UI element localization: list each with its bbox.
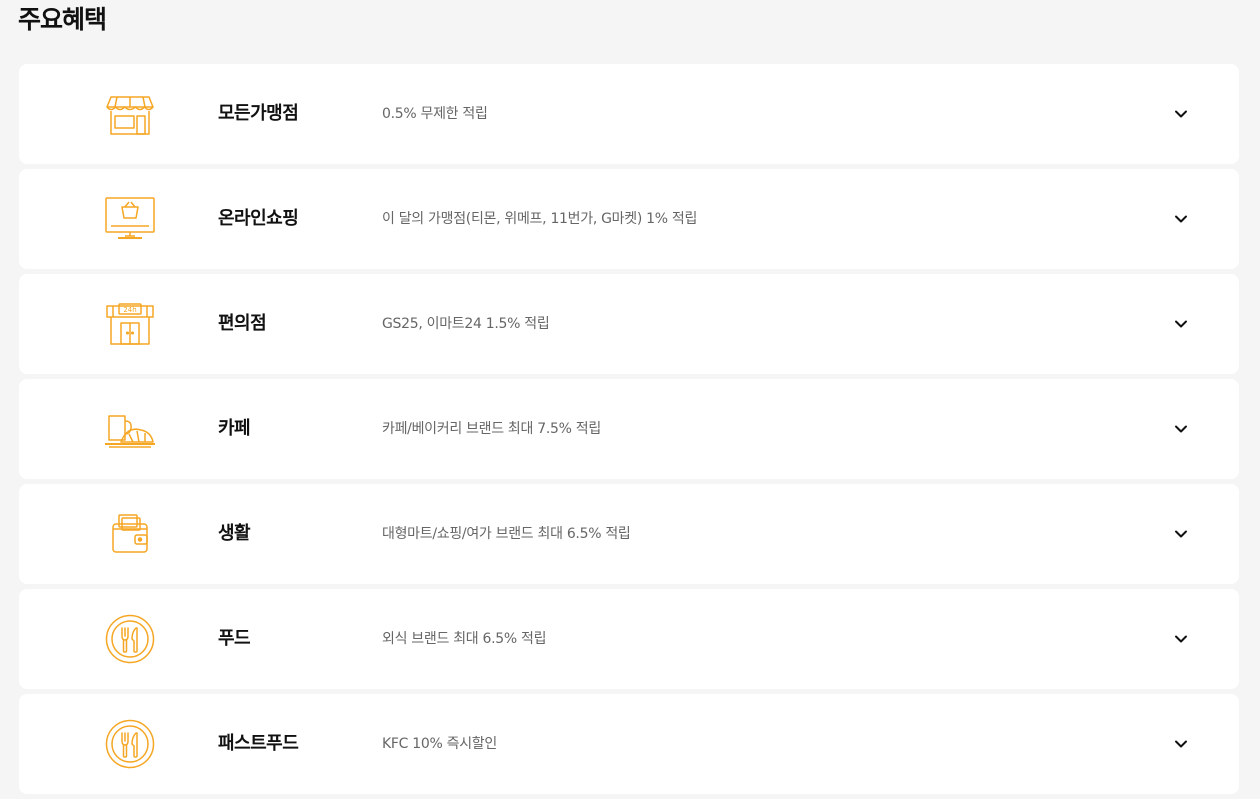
benefit-description: GS25, 이마트24 1.5% 적립 bbox=[382, 316, 550, 332]
benefit-description: 대형마트/쇼핑/여가 브랜드 최대 6.5% 적립 bbox=[382, 526, 631, 542]
chevron-down-icon[interactable] bbox=[1173, 211, 1189, 227]
storefront-icon bbox=[103, 89, 157, 139]
benefit-item-all-merchants[interactable]: 모든가맹점 0.5% 무제한 적립 bbox=[19, 64, 1239, 164]
benefit-description: 0.5% 무제한 적립 bbox=[382, 106, 488, 122]
benefit-name: 모든가맹점 bbox=[218, 103, 299, 124]
benefit-item-convenience-store[interactable]: 24h 편의점 GS25, 이마트24 1.5% 적립 bbox=[19, 274, 1239, 374]
benefit-item-living[interactable]: 생활 대형마트/쇼핑/여가 브랜드 최대 6.5% 적립 bbox=[19, 484, 1239, 584]
benefit-name: 푸드 bbox=[218, 628, 251, 649]
benefit-name: 온라인쇼핑 bbox=[218, 208, 299, 229]
benefit-list: 모든가맹점 0.5% 무제한 적립 온라인쇼핑 이 달의 가맹점(티몬, 위메프… bbox=[19, 64, 1239, 799]
page-title: 주요혜택 bbox=[18, 5, 107, 34]
chevron-down-icon[interactable] bbox=[1173, 316, 1189, 332]
benefit-description: 외식 브랜드 최대 6.5% 적립 bbox=[382, 631, 547, 647]
benefit-name: 생활 bbox=[218, 523, 251, 544]
plate-cutlery-icon bbox=[103, 719, 157, 769]
benefit-name: 패스트푸드 bbox=[218, 733, 299, 754]
benefit-item-fast-food[interactable]: 패스트푸드 KFC 10% 즉시할인 bbox=[19, 694, 1239, 794]
chevron-down-icon[interactable] bbox=[1173, 106, 1189, 122]
convenience-store-icon: 24h bbox=[103, 299, 157, 349]
benefit-item-online-shopping[interactable]: 온라인쇼핑 이 달의 가맹점(티몬, 위메프, 11번가, G마켓) 1% 적립 bbox=[19, 169, 1239, 269]
chevron-down-icon[interactable] bbox=[1173, 736, 1189, 752]
chevron-down-icon[interactable] bbox=[1173, 526, 1189, 542]
benefit-item-cafe[interactable]: 카페 카페/베이커리 브랜드 최대 7.5% 적립 bbox=[19, 379, 1239, 479]
benefit-name: 편의점 bbox=[218, 313, 267, 334]
wallet-icon bbox=[103, 509, 157, 559]
coffee-croissant-icon bbox=[103, 404, 157, 454]
monitor-cart-icon bbox=[103, 194, 157, 244]
benefit-description: 이 달의 가맹점(티몬, 위메프, 11번가, G마켓) 1% 적립 bbox=[382, 211, 698, 227]
svg-text:24h: 24h bbox=[123, 306, 136, 314]
chevron-down-icon[interactable] bbox=[1173, 421, 1189, 437]
benefit-description: 카페/베이커리 브랜드 최대 7.5% 적립 bbox=[382, 421, 601, 437]
benefit-item-food[interactable]: 푸드 외식 브랜드 최대 6.5% 적립 bbox=[19, 589, 1239, 689]
plate-cutlery-icon bbox=[103, 614, 157, 664]
benefit-name: 카페 bbox=[218, 418, 251, 439]
benefit-description: KFC 10% 즉시할인 bbox=[382, 736, 497, 752]
chevron-down-icon[interactable] bbox=[1173, 631, 1189, 647]
